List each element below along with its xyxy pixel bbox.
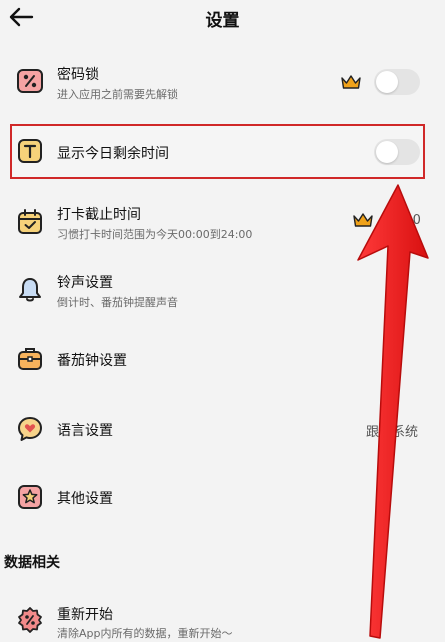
password-lock-subtitle: 进入应用之前需要先解锁	[57, 88, 178, 101]
header-bar: 设置	[0, 0, 445, 40]
restart-subtitle: 清除App内所有的数据，重新开始～	[57, 627, 233, 640]
other-settings-title: 其他设置	[57, 491, 113, 507]
letter-t-icon	[18, 139, 42, 163]
crown-icon	[341, 75, 361, 89]
heart-chat-icon	[18, 417, 42, 441]
password-lock-row[interactable]: 密码锁 进入应用之前需要先解锁	[0, 58, 445, 108]
checkin-deadline-value: :00	[400, 213, 421, 228]
language-row[interactable]: 语言设置 跟随系统	[0, 410, 445, 450]
page-title: 设置	[205, 11, 240, 31]
toggle-knob	[376, 141, 398, 163]
bell-icon	[19, 278, 41, 302]
ringtone-subtitle: 倒计时、番茄钟提醒声音	[57, 296, 178, 309]
crown-icon	[353, 213, 373, 227]
data-section-title: 数据相关	[4, 555, 60, 571]
star-icon	[18, 485, 42, 509]
ringtone-row[interactable]: 铃声设置 倒计时、番茄钟提醒声音	[0, 266, 445, 316]
checkin-deadline-row[interactable]: 打卡截止时间 习惯打卡时间范围为今天00:00到24:00 :00	[0, 198, 445, 248]
percent-gear-icon	[18, 607, 42, 633]
pomodoro-title: 番茄钟设置	[57, 353, 127, 369]
password-lock-title: 密码锁	[57, 67, 99, 83]
restart-title: 重新开始	[57, 607, 113, 623]
checkin-deadline-title: 打卡截止时间	[57, 207, 141, 223]
language-value: 跟随系统	[366, 425, 419, 440]
pomodoro-row[interactable]: 番茄钟设置	[0, 340, 445, 380]
percent-tag-icon	[17, 69, 43, 93]
restart-row[interactable]: 重新开始 清除App内所有的数据，重新开始～	[0, 600, 445, 642]
ringtone-title: 铃声设置	[57, 275, 113, 291]
show-remaining-time-row[interactable]: 显示今日剩余时间	[0, 126, 445, 177]
show-remaining-time-title: 显示今日剩余时间	[57, 146, 169, 162]
briefcase-icon	[18, 348, 42, 370]
calendar-check-icon	[18, 209, 42, 234]
password-lock-toggle[interactable]	[374, 69, 420, 95]
checkin-deadline-subtitle: 习惯打卡时间范围为今天00:00到24:00	[57, 228, 253, 241]
other-settings-row[interactable]: 其他设置	[0, 478, 445, 518]
toggle-knob	[376, 71, 398, 93]
show-remaining-time-toggle[interactable]	[374, 139, 420, 165]
language-title: 语言设置	[57, 423, 113, 439]
